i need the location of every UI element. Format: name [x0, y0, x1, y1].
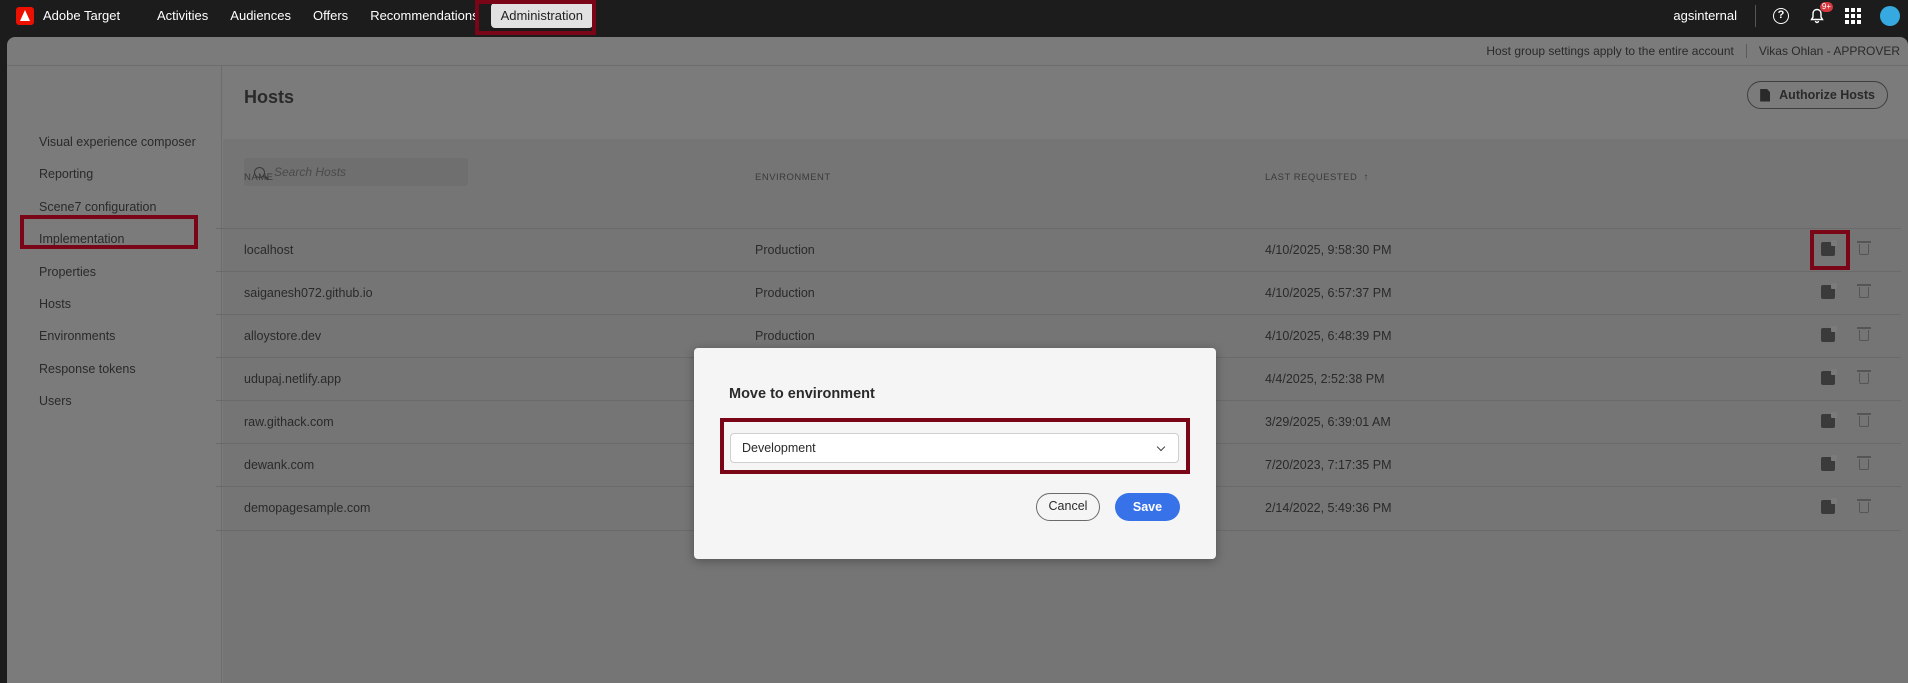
authorize-hosts-button[interactable]: Authorize Hosts: [1747, 81, 1888, 109]
environment-select-value: Development: [742, 441, 816, 455]
divider: [1745, 44, 1747, 58]
host-environment: Production: [755, 286, 815, 300]
delete-icon[interactable]: [1857, 327, 1871, 342]
notification-badge: 9+: [1819, 1, 1833, 12]
nav-activities[interactable]: Activities: [147, 3, 218, 28]
sidebar-item-scene7[interactable]: Scene7 configuration: [39, 200, 156, 214]
brand-name: Adobe Target: [43, 8, 121, 23]
page-title: Hosts: [244, 87, 295, 107]
org-switcher[interactable]: agsinternal: [1673, 8, 1737, 23]
host-name: localhost: [244, 243, 294, 257]
hosts-highlight: [20, 215, 198, 249]
edit-icon[interactable]: [1821, 326, 1837, 342]
dialog-title: Move to environment: [729, 386, 875, 402]
edit-highlight: [1810, 230, 1850, 270]
sidebar-item-reporting[interactable]: Reporting: [39, 167, 93, 181]
subheader: Host group settings apply to the entire …: [7, 37, 1908, 66]
sidebar-item-properties[interactable]: Properties: [39, 265, 96, 279]
host-environment: Production: [755, 243, 815, 257]
edit-icon[interactable]: [1821, 283, 1837, 299]
cancel-button[interactable]: Cancel: [1036, 493, 1100, 521]
delete-icon[interactable]: [1857, 456, 1871, 471]
save-button[interactable]: Save: [1115, 493, 1180, 521]
search-input[interactable]: [274, 165, 454, 179]
nav-recommendations[interactable]: Recommendations: [360, 3, 488, 28]
host-last-requested: 4/10/2025, 6:57:37 PM: [1265, 286, 1392, 300]
edit-icon[interactable]: [1821, 412, 1837, 428]
host-name: dewank.com: [244, 458, 315, 472]
adobe-logo-icon: [16, 6, 34, 25]
host-last-requested: 2/14/2022, 5:49:36 PM: [1265, 501, 1392, 515]
apps-button[interactable]: [1844, 7, 1862, 25]
sidebar-item-hosts[interactable]: Hosts: [39, 297, 71, 311]
table-row[interactable]: saiganesh072.github.io Production 4/10/2…: [216, 271, 1901, 314]
column-header-environment[interactable]: ENVIRONMENT: [755, 172, 831, 183]
delete-icon[interactable]: [1857, 370, 1871, 385]
help-icon: ?: [1773, 7, 1789, 24]
divider: [1755, 4, 1756, 27]
table-row[interactable]: localhost Production 4/10/2025, 9:58:30 …: [216, 228, 1901, 271]
delete-icon[interactable]: [1857, 499, 1871, 514]
host-name: saiganesh072.github.io: [244, 286, 373, 300]
move-environment-dialog: Move to environment Development Cancel S…: [694, 348, 1216, 559]
delete-icon[interactable]: [1857, 284, 1871, 299]
user-role: Vikas Ohlan - APPROVER: [1758, 44, 1900, 58]
administration-highlight: [475, 0, 596, 35]
sidebar: Visual experience composer Reporting Sce…: [7, 66, 222, 683]
host-name: alloystore.dev: [244, 329, 322, 343]
authorize-hosts-label: Authorize Hosts: [1779, 88, 1875, 102]
nav-audiences[interactable]: Audiences: [220, 3, 301, 28]
host-last-requested: 4/10/2025, 9:58:30 PM: [1265, 243, 1392, 257]
edit-icon[interactable]: [1821, 455, 1837, 471]
edit-icon[interactable]: [1821, 498, 1837, 514]
sidebar-item-users[interactable]: Users: [39, 394, 72, 408]
host-group-notice: Host group settings apply to the entire …: [1486, 44, 1734, 58]
top-navbar: Adobe Target Activities Audiences Offers…: [0, 0, 1908, 31]
host-last-requested: 3/29/2025, 6:39:01 AM: [1265, 415, 1391, 429]
host-last-requested: 4/10/2025, 6:48:39 PM: [1265, 329, 1392, 343]
help-button[interactable]: ?: [1772, 7, 1790, 25]
column-header-name[interactable]: NAME: [244, 172, 273, 183]
document-icon: [1760, 88, 1771, 102]
notifications-button[interactable]: 9+: [1808, 1, 1833, 25]
sidebar-item-response-tokens[interactable]: Response tokens: [39, 362, 136, 376]
column-header-last-requested[interactable]: LAST REQUESTED ↑: [1265, 172, 1369, 183]
nav-offers[interactable]: Offers: [303, 3, 358, 28]
avatar[interactable]: [1880, 5, 1900, 26]
environment-select[interactable]: Development: [730, 433, 1179, 463]
apps-grid-icon: [1845, 7, 1861, 24]
sort-ascending-icon: ↑: [1363, 172, 1369, 183]
host-name: raw.githack.com: [244, 415, 334, 429]
delete-icon[interactable]: [1857, 241, 1871, 256]
host-name: udupaj.netlify.app: [244, 372, 342, 386]
host-last-requested: 7/20/2023, 7:17:35 PM: [1265, 458, 1392, 472]
host-last-requested: 4/4/2025, 2:52:38 PM: [1265, 372, 1385, 386]
host-environment: Production: [755, 329, 815, 343]
chevron-down-icon: [1156, 442, 1166, 452]
search-field[interactable]: [244, 158, 468, 186]
delete-icon[interactable]: [1857, 413, 1871, 428]
edit-icon[interactable]: [1821, 369, 1837, 385]
topbar-right: agsinternal ? 9+: [1673, 0, 1908, 31]
brand[interactable]: Adobe Target: [16, 6, 146, 25]
host-name: demopagesample.com: [244, 501, 371, 515]
last-requested-label: LAST REQUESTED: [1265, 172, 1358, 183]
sidebar-item-vec[interactable]: Visual experience composer: [39, 135, 196, 149]
sidebar-item-environments[interactable]: Environments: [39, 329, 115, 343]
